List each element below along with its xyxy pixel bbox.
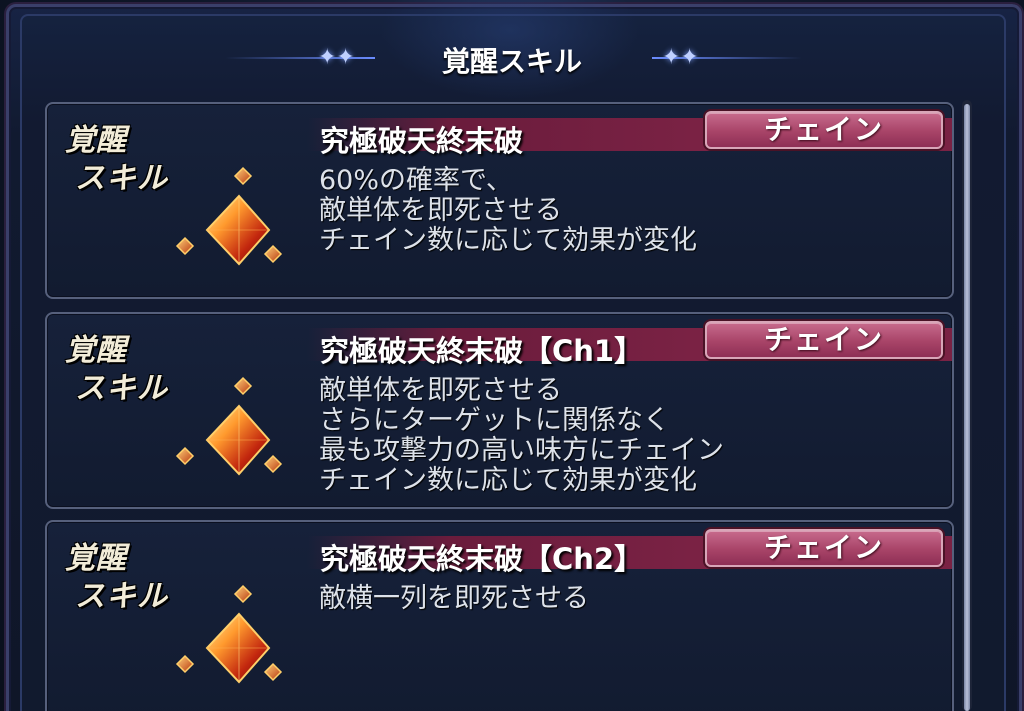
- skill-card[interactable]: 覚醒 スキル 究極破天終: [45, 102, 954, 299]
- skill-card[interactable]: 覚醒 スキル 究極破天終: [45, 312, 954, 509]
- chain-badge[interactable]: チェイン: [705, 529, 943, 567]
- skill-description: 敵横一列を即死させる: [319, 584, 919, 614]
- label-line-1: 覚醒: [65, 541, 127, 576]
- description-line: 敵横一列を即死させる: [319, 583, 589, 614]
- description-line: チェイン数に応じて効果が変化: [319, 225, 697, 256]
- skill-name: 究極破天終末破【Ch2】: [320, 542, 644, 576]
- skill-card[interactable]: 覚醒 スキル 究極破天終: [45, 520, 954, 711]
- description-line: さらにターゲットに関係なく: [319, 405, 670, 436]
- description-line: 最も攻撃力の高い味方にチェイン: [319, 435, 724, 466]
- skill-name: 究極破天終末破【Ch1】: [320, 334, 644, 368]
- window-header: ✦✦ ✦✦ 覚醒スキル: [0, 36, 1024, 80]
- description-line: 敵単体を即死させる: [319, 195, 562, 226]
- red-crystal-icon: [175, 166, 283, 266]
- skill-description: 60%の確率で、 敵単体を即死させる チェイン数に応じて効果が変化: [319, 166, 919, 256]
- red-crystal-icon: [175, 584, 283, 684]
- chain-badge[interactable]: チェイン: [705, 111, 943, 149]
- description-line: 60%の確率で、: [319, 165, 513, 196]
- skill-name: 究極破天終末破: [320, 124, 524, 158]
- scrollbar[interactable]: [962, 100, 972, 711]
- scroll-thumb[interactable]: [964, 104, 970, 711]
- skill-description: 敵単体を即死させる さらにターゲットに関係なく 最も攻撃力の高い味方にチェイン …: [319, 376, 919, 496]
- chain-badge[interactable]: チェイン: [705, 321, 943, 359]
- label-line-1: 覚醒: [65, 123, 127, 158]
- description-line: 敵単体を即死させる: [319, 375, 562, 406]
- red-crystal-icon: [175, 376, 283, 476]
- label-line-1: 覚醒: [65, 333, 127, 368]
- description-line: チェイン数に応じて効果が変化: [319, 465, 697, 496]
- window-title: 覚醒スキル: [441, 45, 582, 78]
- skill-window: ✦✦ ✦✦ 覚醒スキル 覚醒 スキル 究極破天終末破 チェイン 60%の確率で、…: [0, 0, 1024, 711]
